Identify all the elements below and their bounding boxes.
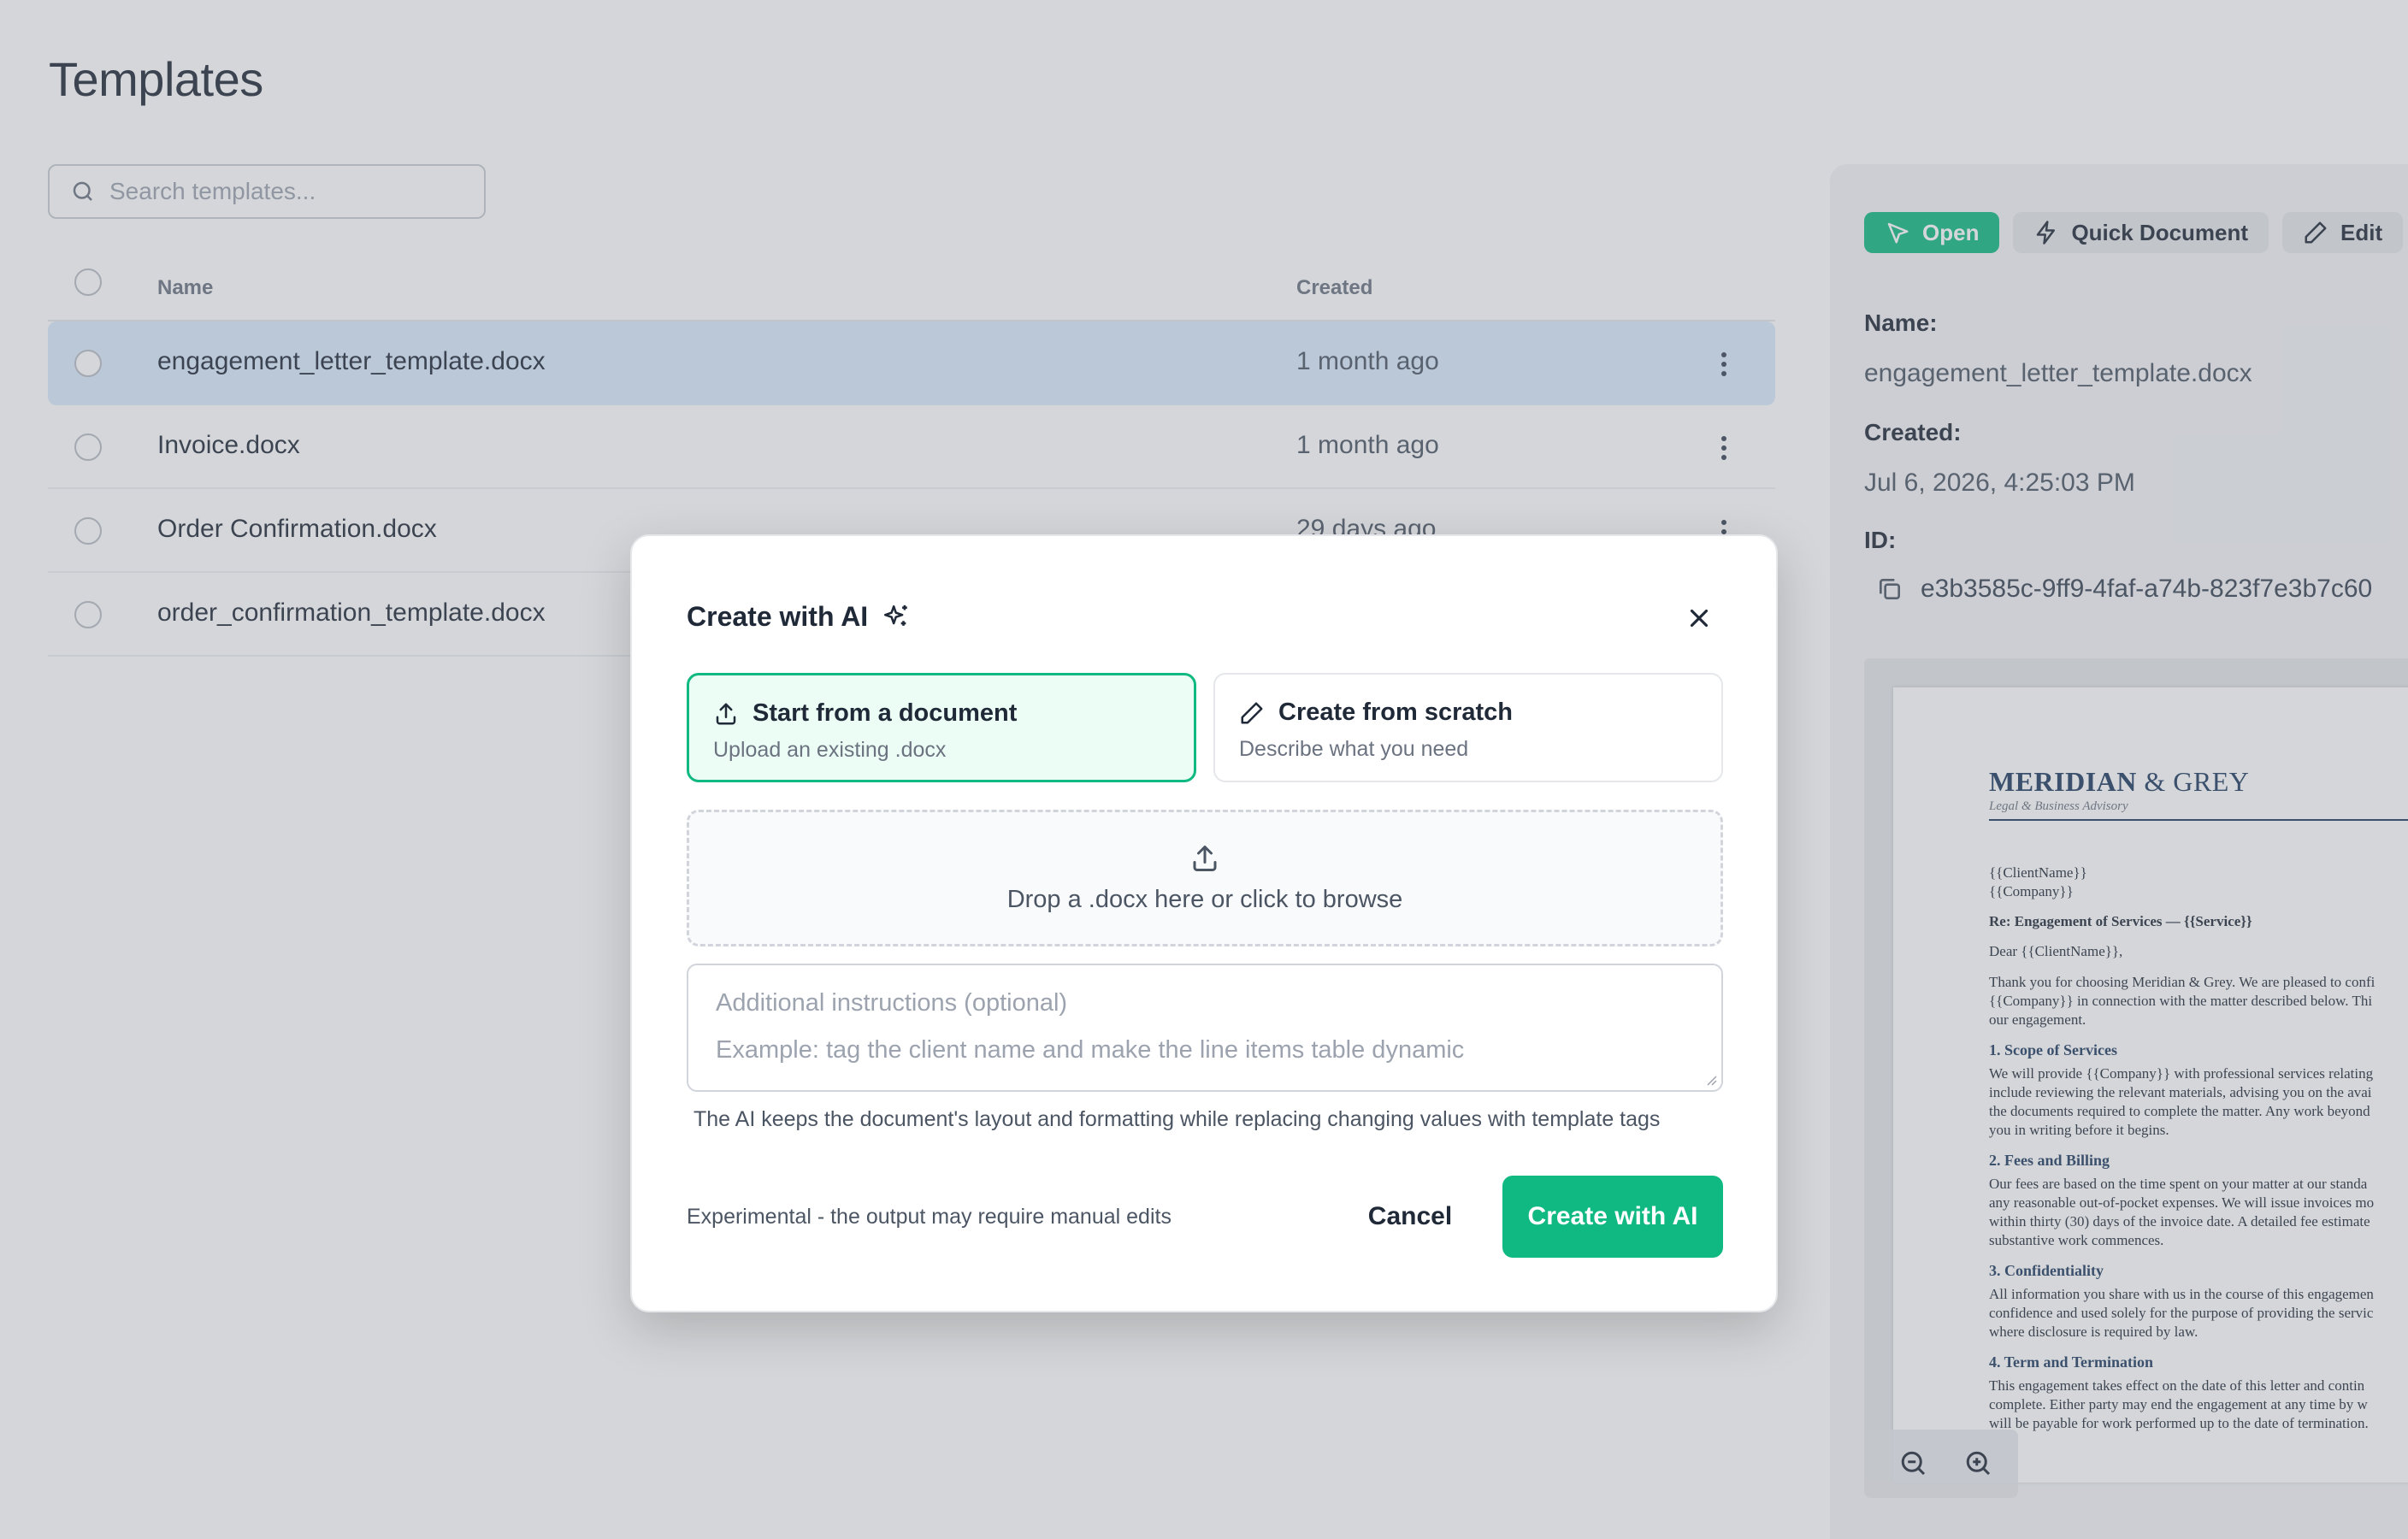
experimental-note: Experimental - the output may require ma… bbox=[687, 1205, 1172, 1229]
create-with-ai-button[interactable]: Create with AI bbox=[1502, 1176, 1723, 1258]
start-from-document-option[interactable]: Start from a document Upload an existing… bbox=[687, 673, 1196, 782]
option-title: Create from scratch bbox=[1278, 699, 1513, 726]
create-from-scratch-option[interactable]: Create from scratch Describe what you ne… bbox=[1213, 673, 1723, 782]
upload-icon bbox=[716, 703, 736, 724]
option-subtitle: Describe what you need bbox=[1239, 737, 1469, 761]
cancel-button[interactable]: Cancel bbox=[1350, 1176, 1470, 1258]
resize-handle-icon[interactable] bbox=[1703, 1071, 1718, 1087]
option-title: Start from a document bbox=[752, 699, 1018, 727]
sparkles-icon bbox=[884, 604, 907, 626]
instructions-example: Example: tag the client name and make th… bbox=[716, 1036, 1465, 1064]
pencil-icon bbox=[1241, 702, 1263, 723]
close-icon bbox=[1690, 609, 1709, 628]
instructions-textarea[interactable]: Additional instructions (optional) Examp… bbox=[687, 964, 1723, 1092]
file-dropzone[interactable]: Drop a .docx here or click to browse bbox=[687, 810, 1723, 946]
dialog-title: Create with AI bbox=[687, 601, 869, 632]
close-button[interactable] bbox=[1682, 601, 1716, 635]
instructions-placeholder: Additional instructions (optional) bbox=[716, 989, 1068, 1017]
upload-icon bbox=[1193, 845, 1217, 871]
option-subtitle: Upload an existing .docx bbox=[713, 738, 947, 762]
dialog-header: Create with AI bbox=[687, 601, 911, 633]
create-with-ai-dialog: Create with AI Start from a document Upl… bbox=[630, 534, 1778, 1312]
dropzone-text: Drop a .docx here or click to browse bbox=[1006, 885, 1403, 913]
dialog-hint: The AI keeps the document's layout and f… bbox=[693, 1107, 1661, 1131]
